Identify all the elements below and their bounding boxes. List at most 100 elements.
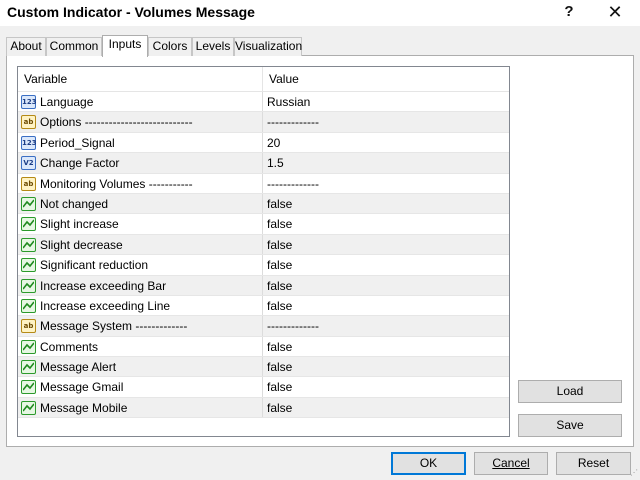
table-row[interactable]: Increase exceeding Bar false bbox=[18, 275, 509, 296]
table-row[interactable]: Message Mobile false bbox=[18, 397, 509, 419]
variable-name: Message System ------------- bbox=[40, 319, 188, 334]
bool-type-icon bbox=[21, 400, 36, 415]
tab-colors[interactable]: Colors bbox=[148, 37, 192, 56]
value-cell[interactable]: false bbox=[263, 194, 509, 213]
cancel-button[interactable]: Cancel bbox=[474, 452, 548, 475]
variable-cell: Increase exceeding Bar bbox=[18, 275, 263, 295]
table-row[interactable]: 123 Period_Signal 20 bbox=[18, 132, 509, 154]
resize-grip-icon[interactable]: ⋰ bbox=[628, 468, 638, 478]
variable-cell: ab Options --------------------------- bbox=[18, 112, 263, 132]
inputs-grid[interactable]: Variable Value 123 Language Russian ab Optio… bbox=[17, 66, 510, 437]
variable-cell: Slight increase bbox=[18, 214, 263, 234]
header-variable[interactable]: Variable bbox=[18, 67, 263, 92]
string-type-icon: ab bbox=[21, 115, 36, 130]
variable-cell: ab Monitoring Volumes ----------- bbox=[18, 173, 263, 193]
ok-button[interactable]: OK bbox=[391, 452, 466, 475]
string-type-icon: ab bbox=[21, 319, 36, 334]
variable-name: Slight increase bbox=[40, 217, 119, 232]
value-cell[interactable]: false bbox=[263, 357, 509, 376]
table-row[interactable]: Slight increase false bbox=[18, 214, 509, 235]
save-button[interactable]: Save bbox=[518, 414, 622, 437]
int-type-icon: 123 bbox=[21, 95, 37, 109]
tab-common[interactable]: Common bbox=[46, 37, 102, 56]
bool-type-icon bbox=[21, 196, 36, 211]
variable-name: Monitoring Volumes ----------- bbox=[40, 176, 193, 191]
variable-name: Message Mobile bbox=[40, 400, 128, 415]
value-cell[interactable]: false bbox=[263, 377, 509, 396]
bool-type-icon bbox=[21, 237, 36, 252]
variable-name: Language bbox=[40, 95, 94, 109]
table-row[interactable]: Message Alert false bbox=[18, 357, 509, 378]
variable-cell: Not changed bbox=[18, 193, 263, 214]
close-button[interactable]: ✕ bbox=[598, 0, 632, 26]
variable-cell: ab Message System ------------- bbox=[18, 316, 263, 336]
value-cell[interactable]: false bbox=[263, 214, 509, 233]
reset-button[interactable]: Reset bbox=[556, 452, 631, 475]
header-value[interactable]: Value bbox=[263, 67, 509, 92]
variable-cell: V2 Change Factor bbox=[18, 153, 263, 173]
variable-cell: 123 Period_Signal bbox=[18, 132, 263, 153]
variable-cell: Significant reduction bbox=[18, 255, 263, 275]
tab-about[interactable]: About bbox=[6, 37, 46, 56]
table-row[interactable]: Significant reduction false bbox=[18, 255, 509, 276]
table-row[interactable]: V2 Change Factor 1.5 bbox=[18, 153, 509, 174]
variable-name: Not changed bbox=[40, 196, 109, 211]
variable-name: Period_Signal bbox=[40, 135, 115, 150]
value-cell[interactable]: false bbox=[263, 398, 509, 417]
table-row[interactable]: Not changed false bbox=[18, 193, 509, 215]
table-row[interactable]: Increase exceeding Line false bbox=[18, 295, 509, 317]
value-cell[interactable]: false bbox=[263, 235, 509, 254]
table-row[interactable]: Comments false bbox=[18, 336, 509, 358]
value-cell[interactable]: ------------- bbox=[263, 316, 509, 335]
value-cell[interactable]: false bbox=[263, 337, 509, 356]
variable-name: Change Factor bbox=[40, 156, 120, 171]
variable-cell: Comments bbox=[18, 336, 263, 357]
bool-type-icon bbox=[21, 278, 36, 293]
table-row[interactable]: Slight decrease false bbox=[18, 234, 509, 256]
value-cell[interactable]: false bbox=[263, 255, 509, 274]
variable-name: Increase exceeding Bar bbox=[40, 278, 167, 293]
value-cell[interactable]: ------------- bbox=[263, 174, 509, 193]
variable-cell: 123 Language bbox=[18, 92, 263, 112]
variable-cell: Message Gmail bbox=[18, 377, 263, 397]
variable-name: Comments bbox=[40, 339, 99, 354]
variable-cell: Increase exceeding Line bbox=[18, 295, 263, 316]
table-row[interactable]: ab Message System ------------- ----------… bbox=[18, 316, 509, 337]
table-row[interactable]: 123 Language Russian bbox=[18, 92, 509, 113]
help-button[interactable]: ? bbox=[552, 0, 586, 26]
bool-type-icon bbox=[21, 339, 36, 354]
value-cell[interactable]: false bbox=[263, 296, 509, 315]
grid-rows: 123 Language Russian ab Options ------------… bbox=[18, 92, 509, 419]
variable-name: Message Gmail bbox=[40, 380, 124, 395]
bool-type-icon bbox=[21, 360, 36, 375]
value-cell[interactable]: 1.5 bbox=[263, 153, 509, 172]
variable-cell: Message Alert bbox=[18, 357, 263, 377]
tab-visualization[interactable]: Visualization bbox=[234, 37, 302, 56]
variable-name: Significant reduction bbox=[40, 258, 149, 273]
variable-name: Options --------------------------- bbox=[40, 115, 193, 130]
bool-type-icon bbox=[21, 298, 36, 313]
int-type-icon: 123 bbox=[21, 135, 37, 150]
value-cell[interactable]: Russian bbox=[263, 92, 509, 111]
window-title: Custom Indicator - Volumes Message bbox=[7, 4, 255, 20]
value-cell[interactable]: ------------- bbox=[263, 112, 509, 131]
bool-type-icon bbox=[21, 380, 36, 395]
value-cell[interactable]: 20 bbox=[263, 133, 509, 152]
variable-name: Slight decrease bbox=[40, 237, 123, 252]
tab-levels[interactable]: Levels bbox=[192, 37, 234, 56]
table-row[interactable]: ab Options --------------------------- ---… bbox=[18, 112, 509, 133]
variable-cell: Slight decrease bbox=[18, 234, 263, 255]
variable-name: Message Alert bbox=[40, 360, 117, 375]
value-cell[interactable]: false bbox=[263, 276, 509, 295]
bool-type-icon bbox=[21, 258, 36, 273]
grid-header: Variable Value bbox=[18, 67, 509, 92]
variable-name: Increase exceeding Line bbox=[40, 298, 171, 313]
variable-cell: Message Mobile bbox=[18, 397, 263, 418]
table-row[interactable]: Message Gmail false bbox=[18, 377, 509, 398]
table-row[interactable]: ab Monitoring Volumes ----------- --------… bbox=[18, 173, 509, 194]
tab-inputs[interactable]: Inputs bbox=[102, 35, 148, 57]
load-button[interactable]: Load bbox=[518, 380, 622, 403]
title-bar: Custom Indicator - Volumes Message ? ✕ bbox=[0, 0, 640, 26]
string-type-icon: ab bbox=[21, 176, 36, 191]
double-type-icon: V2 bbox=[21, 156, 36, 171]
